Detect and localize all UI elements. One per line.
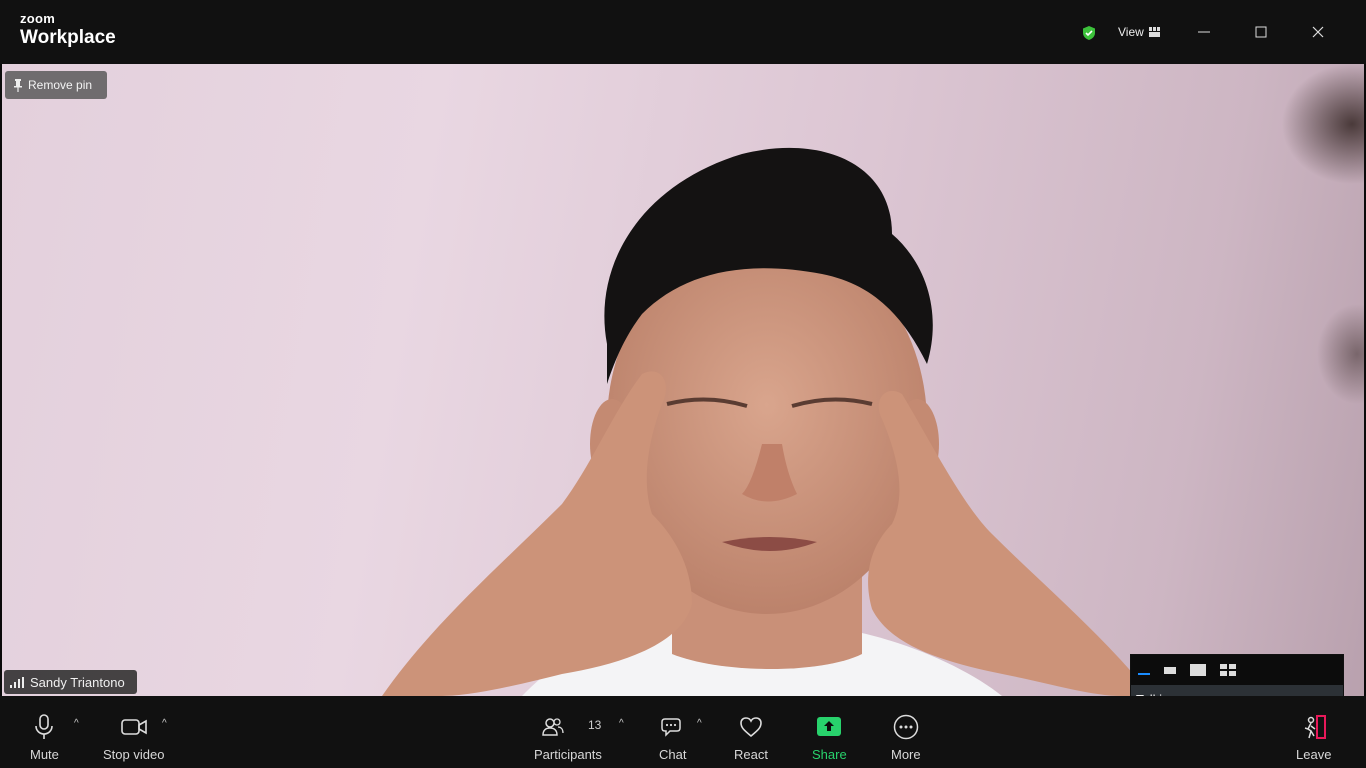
- chat-label: Chat: [659, 747, 687, 762]
- share-label: Share: [812, 747, 847, 762]
- small-video-icon[interactable]: [1163, 663, 1177, 677]
- title-bar: zoom Workplace View: [0, 0, 1366, 64]
- participant-name-tag: Sandy Triantono: [4, 670, 137, 694]
- minimize-video-icon[interactable]: [1137, 663, 1151, 677]
- view-label: View: [1118, 25, 1144, 39]
- close-button[interactable]: [1304, 18, 1332, 46]
- more-button[interactable]: More: [891, 696, 921, 768]
- participants-count: 13: [588, 718, 602, 732]
- maximize-icon: [1255, 26, 1267, 38]
- mute-button[interactable]: Mute: [30, 696, 59, 768]
- participants-label: Participants: [534, 747, 602, 762]
- share-button[interactable]: Share: [812, 696, 847, 768]
- leave-meeting-icon: [1304, 715, 1326, 739]
- stop-video-button[interactable]: Stop video: [103, 696, 164, 768]
- chat-options-chevron-icon[interactable]: ^: [697, 718, 702, 729]
- participants-icon: [542, 718, 564, 736]
- react-label: React: [734, 747, 768, 762]
- video-camera-icon: [120, 719, 147, 735]
- participants-button[interactable]: Participants: [534, 696, 602, 768]
- more-options-icon: [893, 714, 919, 740]
- main-video-feed[interactable]: [2, 64, 1364, 696]
- chat-icon: [660, 718, 681, 737]
- minimize-icon: [1198, 31, 1210, 33]
- pin-icon: [14, 78, 22, 92]
- video-size-controls: [1131, 655, 1343, 685]
- close-icon: [1312, 26, 1324, 38]
- video-options-chevron-icon[interactable]: ^: [162, 718, 167, 729]
- medium-video-icon[interactable]: [1189, 663, 1207, 677]
- brand-zoom: zoom: [20, 11, 56, 26]
- stop-video-label: Stop video: [103, 747, 165, 762]
- share-screen-icon: [817, 717, 842, 736]
- leave-button[interactable]: Leave: [1296, 696, 1331, 768]
- leave-label: Leave: [1296, 747, 1332, 762]
- remove-pin-label: Remove pin: [28, 78, 93, 92]
- security-shield-icon[interactable]: [1081, 25, 1097, 41]
- microphone-icon: [35, 714, 54, 739]
- maximize-button[interactable]: [1247, 18, 1275, 46]
- grid-video-icon[interactable]: [1219, 663, 1237, 677]
- minimize-button[interactable]: [1190, 18, 1218, 46]
- grid-view-icon: [1148, 26, 1160, 37]
- more-label: More: [891, 747, 921, 762]
- signal-strength-icon: [10, 676, 24, 688]
- heart-icon: [740, 717, 762, 738]
- remove-pin-button[interactable]: Remove pin: [5, 71, 107, 99]
- view-button[interactable]: View: [1118, 22, 1161, 42]
- mute-options-chevron-icon[interactable]: ^: [74, 718, 79, 729]
- participant-name: Sandy Triantono: [30, 674, 125, 690]
- react-button[interactable]: React: [734, 696, 768, 768]
- participant-video-image: [382, 64, 1364, 696]
- chat-button[interactable]: Chat: [659, 696, 686, 768]
- brand-workplace: Workplace: [20, 27, 116, 48]
- participants-options-chevron-icon[interactable]: ^: [619, 718, 624, 729]
- mute-label: Mute: [30, 747, 59, 762]
- zoom-logo: zoom Workplace: [20, 12, 116, 47]
